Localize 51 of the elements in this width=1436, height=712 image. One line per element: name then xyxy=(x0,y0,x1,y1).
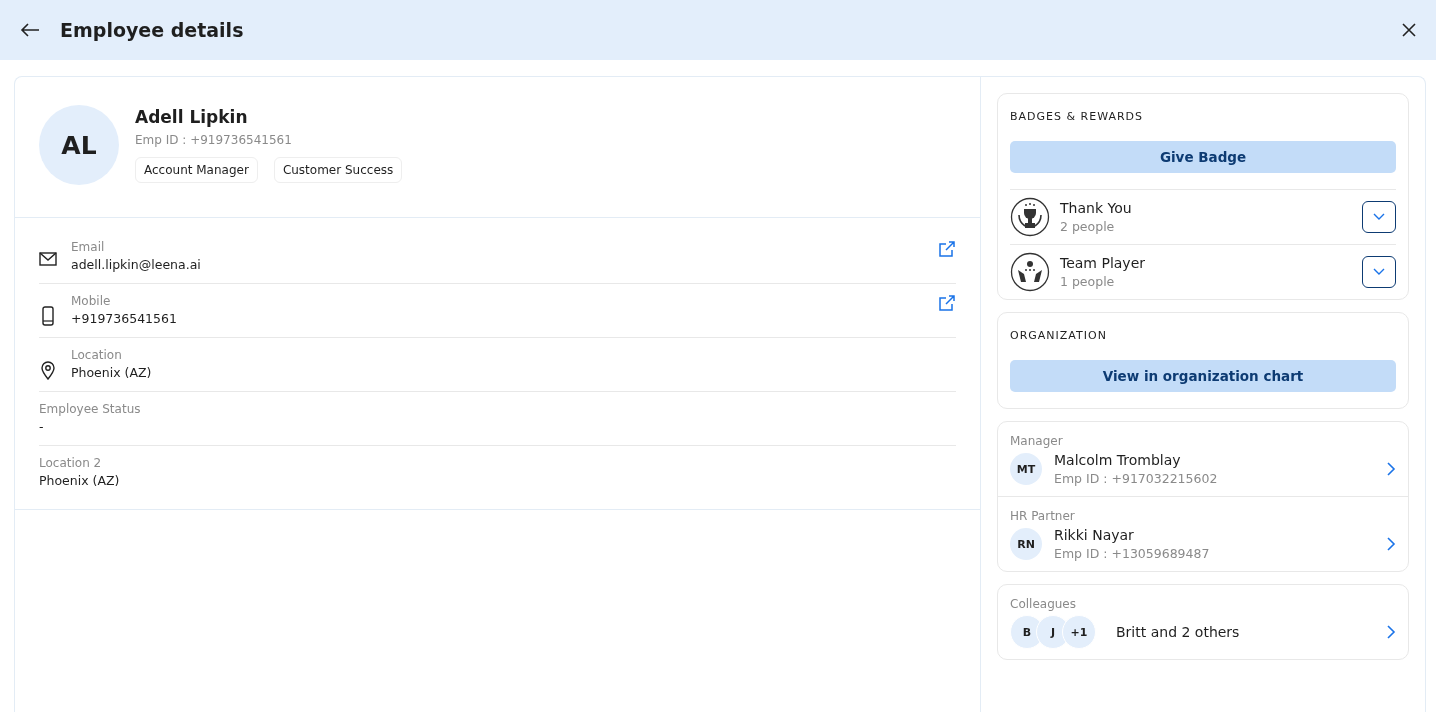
external-link-icon[interactable] xyxy=(938,240,956,258)
employee-name: Adell Lipkin xyxy=(135,107,249,127)
field-value: +919736541561 xyxy=(71,311,178,326)
chevron-right-icon[interactable] xyxy=(1386,536,1396,552)
close-button[interactable] xyxy=(1402,23,1416,37)
chevron-down-icon[interactable] xyxy=(1373,213,1385,221)
field-label: Location 2 xyxy=(39,456,103,470)
avatar: AL xyxy=(39,105,119,185)
field-label: Email xyxy=(71,240,106,254)
section-title: ORGANIZATION xyxy=(1010,329,1108,342)
give-badge-button[interactable]: Give Badge xyxy=(1010,141,1396,173)
back-button[interactable] xyxy=(20,22,40,38)
field-value: - xyxy=(39,419,45,434)
external-link-icon[interactable] xyxy=(938,294,956,312)
role-label: Manager xyxy=(1010,434,1064,448)
org-chart-button[interactable]: View in organization chart xyxy=(1010,360,1396,392)
field-value: Phoenix (AZ) xyxy=(39,473,121,488)
section-title: BADGES & REWARDS xyxy=(1010,110,1145,123)
trophy-badge-icon xyxy=(1010,197,1050,237)
colleagues-summary: Britt and 2 others xyxy=(1116,624,1241,640)
field-label: Location xyxy=(71,348,123,362)
chevron-right-icon[interactable] xyxy=(1386,624,1396,640)
tag: Account Manager xyxy=(135,157,258,183)
employee-id: Emp ID : +13059689487 xyxy=(1054,546,1211,561)
hands-badge-icon xyxy=(1010,252,1050,292)
phone-icon xyxy=(39,306,57,326)
person-name: Malcolm Tromblay xyxy=(1054,452,1182,468)
avatar: RN xyxy=(1010,528,1042,560)
chevron-down-icon[interactable] xyxy=(1373,268,1385,276)
page-title: Employee details xyxy=(60,19,245,41)
field-label: Employee Status xyxy=(39,402,142,416)
person-name: Rikki Nayar xyxy=(1054,527,1135,543)
employee-id: Emp ID : +919736541561 xyxy=(135,133,293,147)
employee-id: Emp ID : +917032215602 xyxy=(1054,471,1219,486)
avatar: +1 xyxy=(1062,615,1096,649)
envelope-icon xyxy=(39,252,57,266)
field-label: Mobile xyxy=(71,294,112,308)
chevron-right-icon[interactable] xyxy=(1386,461,1396,477)
field-value: Phoenix (AZ) xyxy=(71,365,153,380)
expand-button[interactable] xyxy=(1362,201,1396,233)
badge-count: 2 people xyxy=(1060,219,1116,234)
location-pin-icon xyxy=(39,360,57,380)
avatar: MT xyxy=(1010,453,1042,485)
role-label: HR Partner xyxy=(1010,509,1076,523)
expand-button[interactable] xyxy=(1362,256,1396,288)
section-label: Colleagues xyxy=(1010,597,1077,611)
field-value: adell.lipkin@leena.ai xyxy=(71,257,202,272)
badge-name: Thank You xyxy=(1060,200,1133,216)
badge-name: Team Player xyxy=(1060,255,1147,271)
badge-count: 1 people xyxy=(1060,274,1116,289)
tag: Customer Success xyxy=(273,157,403,183)
